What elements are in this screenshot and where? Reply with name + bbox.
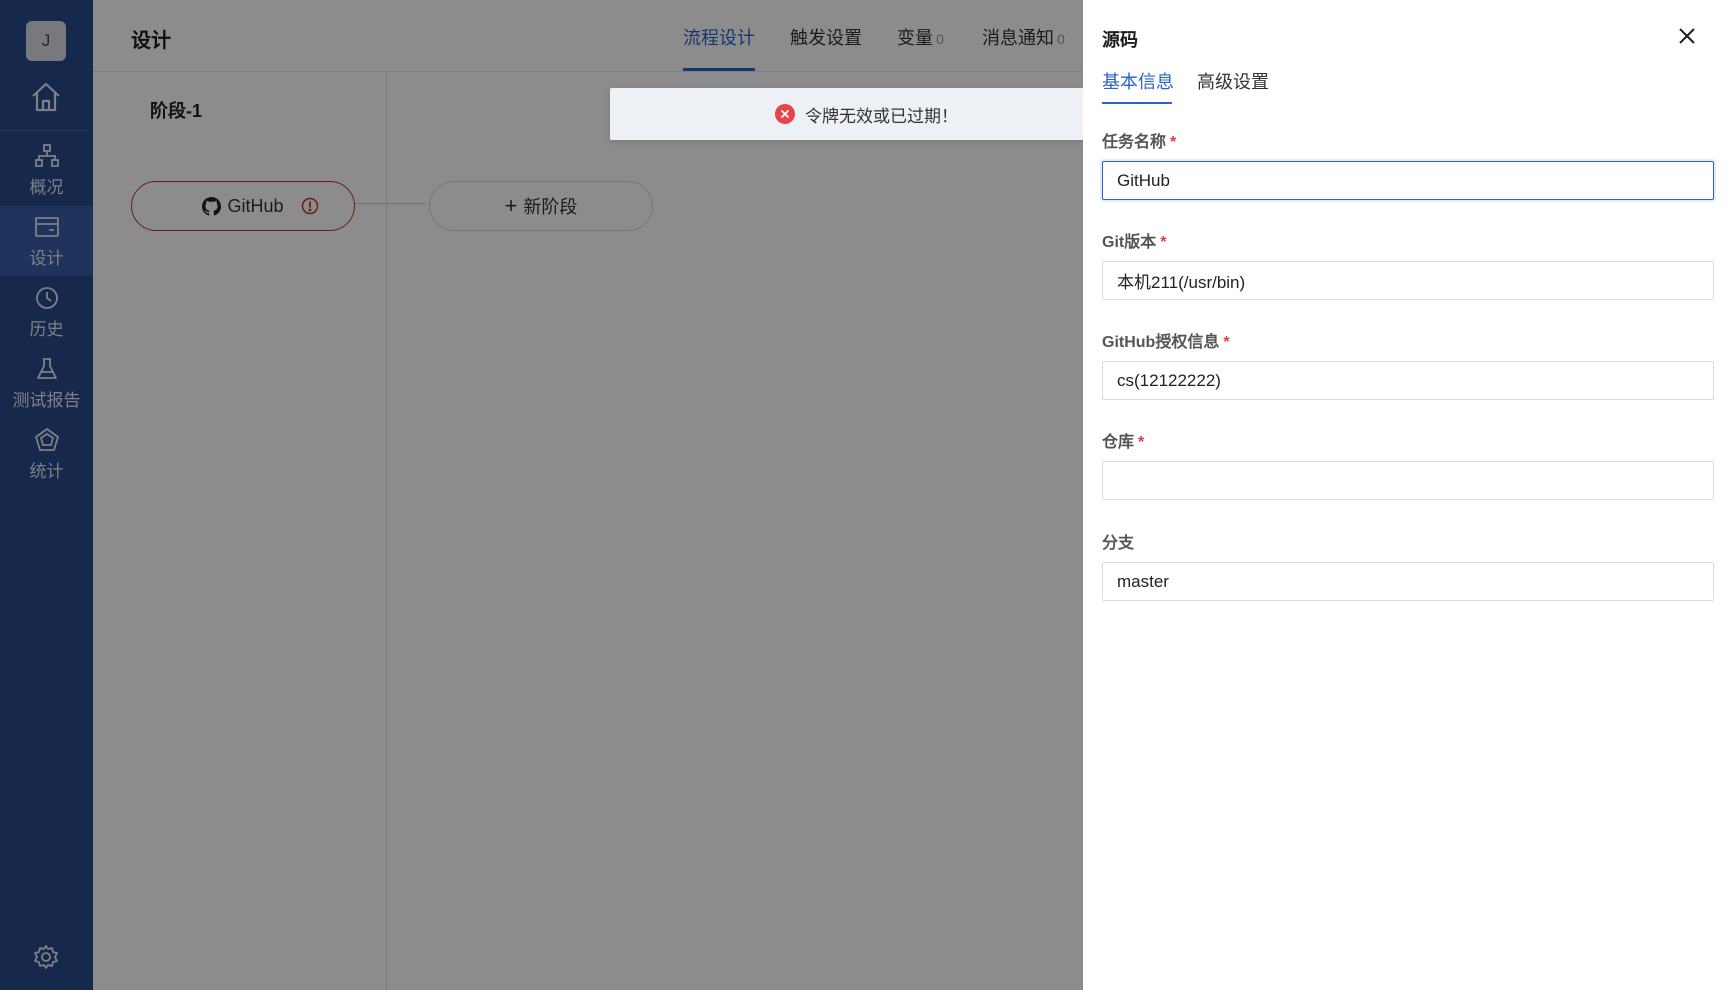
error-circle-icon	[775, 104, 795, 124]
repository-select[interactable]	[1102, 461, 1714, 500]
close-icon[interactable]	[1675, 24, 1699, 48]
tab-basic-info[interactable]: 基本信息	[1102, 68, 1174, 94]
github-auth-select[interactable]	[1102, 361, 1714, 400]
drawer-tab-indicator	[1102, 102, 1172, 104]
drawer-title: 源码	[1102, 30, 1138, 50]
branch-label: 分支	[1102, 535, 1135, 552]
github-auth-label: GitHub授权信息 *	[1102, 334, 1230, 351]
task-name-input[interactable]	[1102, 161, 1714, 200]
git-version-label: Git版本 *	[1102, 234, 1167, 251]
task-name-label: 任务名称 *	[1102, 134, 1177, 151]
error-toast: 令牌无效或已过期！	[610, 88, 1123, 140]
branch-select[interactable]	[1102, 562, 1714, 601]
modal-overlay[interactable]	[0, 0, 1083, 990]
git-version-select[interactable]	[1102, 261, 1714, 300]
source-drawer: 源码 基本信息 高级设置 任务名称* Git版本* GitHub授权信息* 仓库…	[1083, 0, 1732, 990]
toast-message: 令牌无效或已过期！	[805, 106, 958, 126]
tab-advanced-settings[interactable]: 高级设置	[1197, 68, 1269, 94]
repository-label: 仓库 *	[1102, 434, 1145, 451]
